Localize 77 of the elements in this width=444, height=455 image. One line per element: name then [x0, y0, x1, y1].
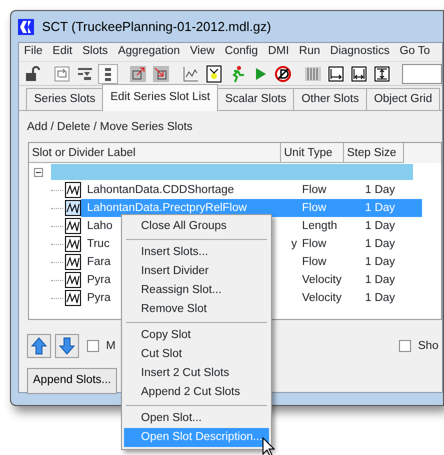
fit-size-icon[interactable]	[372, 64, 392, 84]
menu-item[interactable]: Insert Divider	[124, 262, 269, 281]
step-size-cell-text: 1 Day	[364, 255, 396, 270]
menu-item[interactable]: Cut Slot	[124, 345, 269, 364]
unit-type-cell-text: Flow	[301, 255, 328, 270]
menu-item[interactable]: DMI	[262, 43, 294, 61]
window-title: SCT (TruckeePlanning-01-2012.mdl.gz)	[42, 18, 272, 36]
column-header[interactable]: Slot or Divider Label	[29, 143, 281, 164]
step-size-cell-text: 1 Day	[364, 237, 396, 252]
menu-item[interactable]: Diagnostics	[325, 43, 395, 61]
slot-icon	[65, 290, 81, 306]
app-logo-icon	[18, 18, 34, 34]
slot-label: LahontanData.PrectpryRelFlow	[87, 200, 247, 216]
menu-item[interactable]: Edit	[48, 43, 78, 61]
checkbox[interactable]	[399, 340, 411, 352]
person-icon[interactable]	[204, 64, 224, 84]
slot-icon	[65, 272, 81, 288]
column-header[interactable]: Step Size	[344, 143, 404, 164]
step-size-cell-text: 1 Day	[364, 291, 396, 306]
slot-icon	[65, 200, 81, 216]
menu-item[interactable]: Reassign Slot...	[124, 281, 269, 300]
menu-item[interactable]: Copy Slot	[124, 326, 269, 345]
menu-item[interactable]: Go To	[394, 43, 436, 61]
menu-item[interactable]: Slots	[77, 43, 113, 61]
column-width-icon[interactable]	[326, 64, 346, 84]
menu-item[interactable]: Remove Slot	[124, 300, 269, 319]
slot-label: LahontanData.CDDShortage	[87, 182, 234, 198]
slot-icon	[65, 236, 81, 252]
menu-item[interactable]: Insert Slots...	[124, 243, 269, 262]
tab[interactable]: Edit Series Slot List	[102, 84, 218, 111]
step-size-cell-text: 1 Day	[364, 219, 396, 234]
menu-item[interactable]: Run	[294, 43, 326, 61]
collapse-icon[interactable]	[34, 168, 43, 177]
unit-type-cell-text: Flow	[301, 237, 328, 252]
unit-type-cell-text: Velocity	[301, 273, 343, 288]
slot-label: Pyra	[87, 272, 111, 288]
slot-label: Truc	[87, 236, 110, 252]
step-size-cell: 1 Day	[362, 199, 422, 218]
slot-icon	[65, 254, 81, 270]
checkbox-label: M	[106, 338, 116, 354]
section-label: Add / Delete / Move Series Slots	[26, 120, 194, 135]
slot-label: y	[291, 236, 297, 252]
step-size-cell-text: 1 Day	[364, 273, 396, 288]
arrow-out-icon[interactable]	[128, 64, 148, 84]
slot-icon	[65, 218, 81, 234]
step-size-cell-text: 1 Day	[364, 183, 396, 198]
slot-icon	[65, 182, 81, 198]
unit-type-cell-text: Velocity	[301, 291, 343, 306]
move-up-button[interactable]	[27, 334, 51, 358]
slot-label: Pyra	[87, 290, 111, 306]
unit-type-cell-text: Length	[301, 219, 338, 234]
menu-item[interactable]: Insert 2 Cut Slots	[124, 364, 269, 383]
move-down-button[interactable]	[55, 334, 79, 358]
menu-item[interactable]: Aggregation	[112, 43, 185, 61]
checkbox[interactable]	[87, 340, 99, 352]
cursor-icon	[262, 437, 275, 455]
append-slots-button[interactable]: Append Slots...	[27, 368, 117, 394]
menu-item[interactable]: View	[184, 43, 220, 61]
menu-item[interactable]: Config	[220, 43, 263, 61]
menu-item[interactable]: Open Slot...	[124, 409, 269, 428]
menu-item[interactable]: Close All Groups	[124, 217, 269, 236]
unit-type-cell: Flow	[299, 199, 362, 218]
column-width-icon[interactable]	[349, 64, 369, 84]
list-icon[interactable]	[98, 64, 118, 84]
stop-icon[interactable]	[273, 64, 293, 84]
cycle-arrows-icon[interactable]	[52, 64, 72, 84]
slot-label: Laho	[87, 218, 113, 234]
text-field[interactable]	[402, 64, 442, 84]
tab[interactable]: Object Grid	[366, 88, 440, 110]
menu-item[interactable]: File	[19, 43, 48, 61]
slot-label: Fara	[87, 254, 111, 270]
column-header[interactable]: Unit Type	[281, 143, 344, 164]
tab[interactable]: Series Slots	[26, 88, 104, 110]
menu-item[interactable]: Append 2 Cut Slots	[124, 383, 269, 402]
unit-type-cell-text: Flow	[301, 183, 328, 198]
checkbox-label: Sho	[418, 338, 440, 354]
arrow-in-icon[interactable]	[151, 64, 171, 84]
